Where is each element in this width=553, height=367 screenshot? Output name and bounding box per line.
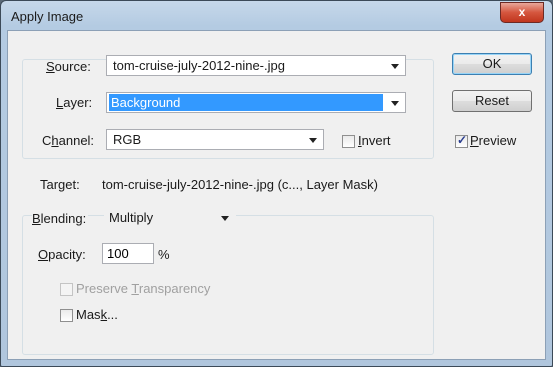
title-bar[interactable]: Apply Image x — [1, 1, 552, 31]
reset-button[interactable]: Reset — [452, 90, 532, 112]
close-icon: x — [518, 5, 526, 19]
blending-mode-select[interactable]: Multiply — [104, 207, 236, 228]
dialog-body: Source: tom-cruise-july-2012-nine-.jpg L… — [7, 30, 546, 360]
chevron-down-icon — [221, 216, 229, 221]
layer-label: Layer: — [56, 95, 93, 110]
opacity-label: Opacity: — [38, 247, 86, 262]
preserve-transparency-checkbox[interactable] — [60, 283, 73, 296]
dialog-title: Apply Image — [11, 9, 84, 24]
source-value: tom-cruise-july-2012-nine-.jpg — [113, 58, 285, 73]
layer-select[interactable]: Background — [106, 92, 406, 113]
target-label: Target: — [40, 177, 80, 192]
opacity-value: 100 — [107, 246, 129, 261]
apply-image-dialog: Apply Image x Source: tom-cruise-july-20… — [0, 0, 553, 367]
blending-label: Blending: — [32, 211, 89, 226]
opacity-field[interactable]: 100 — [102, 243, 154, 264]
channel-label: Channel: — [42, 133, 95, 148]
channel-value: RGB — [113, 132, 142, 147]
preview-label[interactable]: Preview — [470, 133, 516, 148]
chevron-down-icon — [309, 138, 317, 143]
preserve-transparency-label[interactable]: Preserve Transparency — [76, 281, 210, 296]
ok-button[interactable]: OK — [452, 53, 532, 75]
close-button[interactable]: x — [500, 2, 544, 23]
layer-value: Background — [109, 94, 383, 111]
blending-mode-value: Multiply — [109, 210, 154, 225]
opacity-unit: % — [158, 247, 170, 262]
target-value: tom-cruise-july-2012-nine-.jpg (c..., La… — [102, 177, 378, 192]
mask-checkbox[interactable] — [60, 309, 73, 322]
preview-checkbox[interactable] — [455, 133, 468, 148]
chevron-down-icon — [391, 101, 399, 106]
mask-label[interactable]: Mask... — [76, 307, 118, 322]
invert-checkbox[interactable] — [342, 135, 355, 148]
channel-select[interactable]: RGB — [106, 129, 324, 150]
source-select[interactable]: tom-cruise-july-2012-nine-.jpg — [106, 55, 406, 76]
chevron-down-icon — [391, 64, 399, 69]
source-label: Source: — [46, 59, 91, 74]
invert-label[interactable]: Invert — [358, 133, 391, 148]
